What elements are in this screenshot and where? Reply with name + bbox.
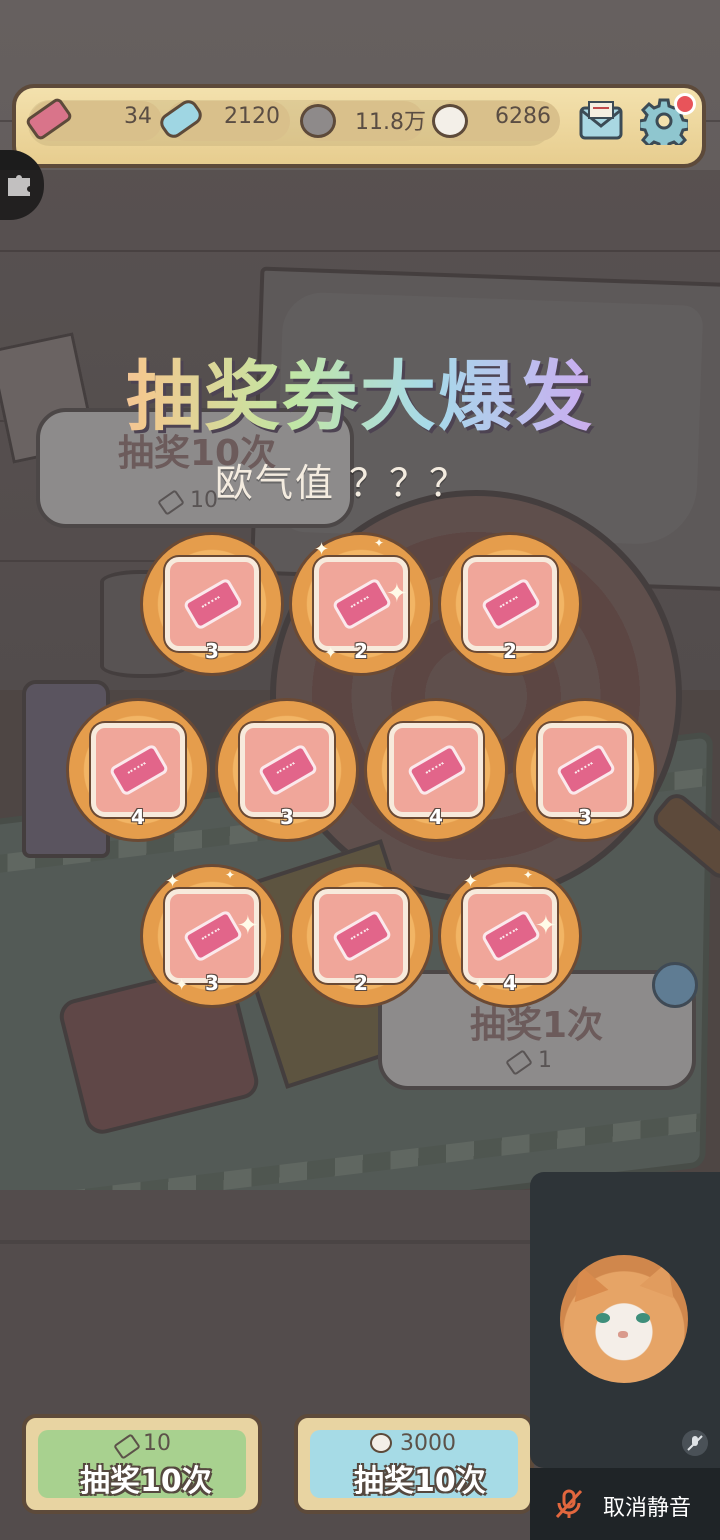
mic-off-icon xyxy=(555,1489,583,1519)
reward-count: 3 xyxy=(578,805,592,829)
reward-item: 2 ✦ ✦ ✦ ✦ xyxy=(289,532,433,676)
reward-card xyxy=(240,723,334,817)
white-bubble-icon xyxy=(370,1433,392,1453)
sparkle-icon: ✦ xyxy=(324,643,338,662)
ticket-icon xyxy=(480,909,542,963)
draw-one-panel-cost: 1 xyxy=(538,1048,552,1073)
reward-card xyxy=(314,889,408,983)
ticket-icon xyxy=(480,577,542,631)
ticket-icon xyxy=(257,743,319,797)
ticket-draw-label: 抽奖10次 xyxy=(80,1464,212,1499)
bubble-draw-cost: 3000 xyxy=(400,1431,456,1456)
ticket-icon xyxy=(182,577,244,631)
bubble-draw-label: 抽奖10次 xyxy=(354,1464,486,1499)
reward-count: 3 xyxy=(280,805,294,829)
sparkle-icon: ✦ xyxy=(374,536,385,550)
reward-item: 3 xyxy=(513,698,657,842)
reward-item: 4 ✦ ✦ ✦ ✦ xyxy=(438,864,582,1008)
reward-count: 2 xyxy=(503,639,517,663)
ticket-icon xyxy=(331,577,393,631)
reward-item: 3 xyxy=(215,698,359,842)
notification-dot xyxy=(674,93,696,115)
reward-count: 3 xyxy=(205,971,219,995)
sparkle-icon: ✦ xyxy=(386,579,408,609)
sparkle-icon: ✦ xyxy=(175,975,189,994)
sparkle-icon: ✦ xyxy=(225,868,236,882)
reward-card xyxy=(538,723,632,817)
reward-item: 2 xyxy=(438,532,582,676)
ticket-icon xyxy=(555,743,617,797)
reward-card xyxy=(389,723,483,817)
reward-item: 4 xyxy=(364,698,508,842)
sparkle-icon: ✦ xyxy=(463,871,479,892)
reward-item: 2 xyxy=(289,864,433,1008)
ticket-icon xyxy=(331,909,393,963)
gray-bubble-icon xyxy=(300,104,336,138)
sparkle-icon: ✦ xyxy=(523,868,534,882)
luck-value-label: 欧气值 ？？？ xyxy=(215,461,470,505)
reward-card xyxy=(91,723,185,817)
reward-card xyxy=(463,557,557,651)
reward-count: 4 xyxy=(503,971,517,995)
reward-item: 3 xyxy=(140,532,284,676)
white-bubble-icon xyxy=(432,104,468,138)
ticket-icon xyxy=(406,743,468,797)
gray-bubble-count: 11.8万 xyxy=(355,110,426,135)
reward-count: 2 xyxy=(354,639,368,663)
cat-avatar xyxy=(560,1255,688,1383)
sparkle-icon: ✦ xyxy=(314,539,330,560)
ticket-icon xyxy=(108,743,170,797)
reward-count: 4 xyxy=(429,805,443,829)
ticket-draw-cost: 10 xyxy=(143,1431,171,1456)
arrow-right-icon[interactable] xyxy=(652,962,698,1008)
gem-count: 2120 xyxy=(224,104,280,129)
unmute-label: 取消静音 xyxy=(603,1496,692,1521)
white-bubble-count: 6286 xyxy=(495,104,551,129)
mic-muted-icon xyxy=(682,1430,708,1456)
sparkle-icon: ✦ xyxy=(473,975,487,994)
reward-count: 4 xyxy=(131,805,145,829)
draw-ten-panel-cost: 10 xyxy=(190,488,218,513)
ticket-count: 34 xyxy=(124,104,152,129)
sparkle-icon: ✦ xyxy=(535,911,557,941)
sparkle-icon: ✦ xyxy=(237,911,259,941)
reward-count: 2 xyxy=(354,971,368,995)
popup-title: 抽奖券大爆发 xyxy=(0,335,720,445)
reward-card xyxy=(165,557,259,651)
ticket-icon xyxy=(182,909,244,963)
sparkle-icon: ✦ xyxy=(165,871,181,892)
reward-item: 3 ✦ ✦ ✦ ✦ xyxy=(140,864,284,1008)
mail-icon[interactable] xyxy=(578,100,624,142)
reward-item: 4 xyxy=(66,698,210,842)
reward-count: 3 xyxy=(205,639,219,663)
